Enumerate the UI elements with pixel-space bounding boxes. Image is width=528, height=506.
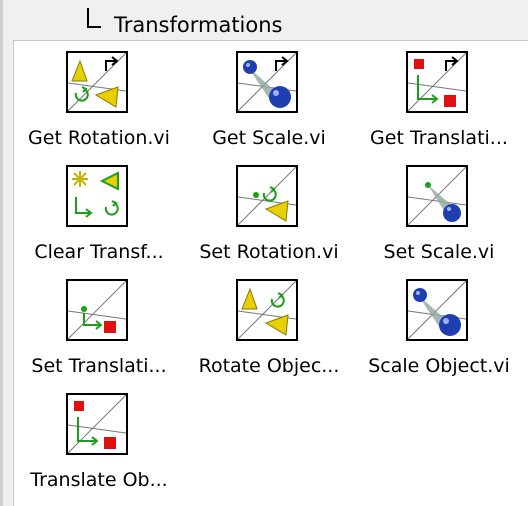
set-scale-icon <box>406 165 468 227</box>
get-scale-icon <box>236 51 298 113</box>
palette-item-get-rotation[interactable]: Get Rotation.vi <box>14 41 184 155</box>
palette-item-label: Set Scale.vi <box>383 241 495 263</box>
palette-item-set-rotation[interactable]: Set Rotation.vi <box>184 155 354 269</box>
get-translation-icon <box>406 51 468 113</box>
palette-item-clear-transformation[interactable]: Clear Transf... <box>14 155 184 269</box>
palette-left-border <box>0 0 3 506</box>
scale-object-icon <box>406 279 468 341</box>
palette-item-label: Scale Object.vi <box>368 355 510 377</box>
palette-item-set-translation[interactable]: Set Translati... <box>14 269 184 383</box>
palette-item-label: Get Scale.vi <box>212 127 326 149</box>
palette-item-get-translation[interactable]: Get Translati... <box>354 41 524 155</box>
palette-item-label: Set Translati... <box>31 355 167 377</box>
set-rotation-icon <box>236 165 298 227</box>
palette-item-label: Get Rotation.vi <box>28 127 170 149</box>
palette-item-get-scale[interactable]: Get Scale.vi <box>184 41 354 155</box>
palette-item-scale-object[interactable]: Scale Object.vi <box>354 269 524 383</box>
palette-item-rotate-object[interactable]: Rotate Objec... <box>184 269 354 383</box>
set-translation-icon <box>66 279 128 341</box>
rotate-object-icon <box>236 279 298 341</box>
palette-item-label: Clear Transf... <box>34 241 164 263</box>
palette-header: Transformations <box>87 3 283 39</box>
palette-item-translate-object[interactable]: Translate Ob... <box>14 383 184 497</box>
palette-item-label: Translate Ob... <box>30 469 168 491</box>
tree-branch-glyph <box>87 8 101 28</box>
palette-item-label: Set Rotation.vi <box>199 241 339 263</box>
palette-item-label: Get Translati... <box>370 127 508 149</box>
get-rotation-icon <box>66 51 128 113</box>
palette-item-set-scale[interactable]: Set Scale.vi <box>354 155 524 269</box>
palette-panel: Get Rotation.vi Get Scale.vi Get Transla… <box>13 40 528 506</box>
clear-transformation-icon <box>66 165 128 227</box>
section-title: Transformations <box>114 13 283 37</box>
translate-object-icon <box>66 393 128 455</box>
palette-item-label: Rotate Objec... <box>198 355 340 377</box>
